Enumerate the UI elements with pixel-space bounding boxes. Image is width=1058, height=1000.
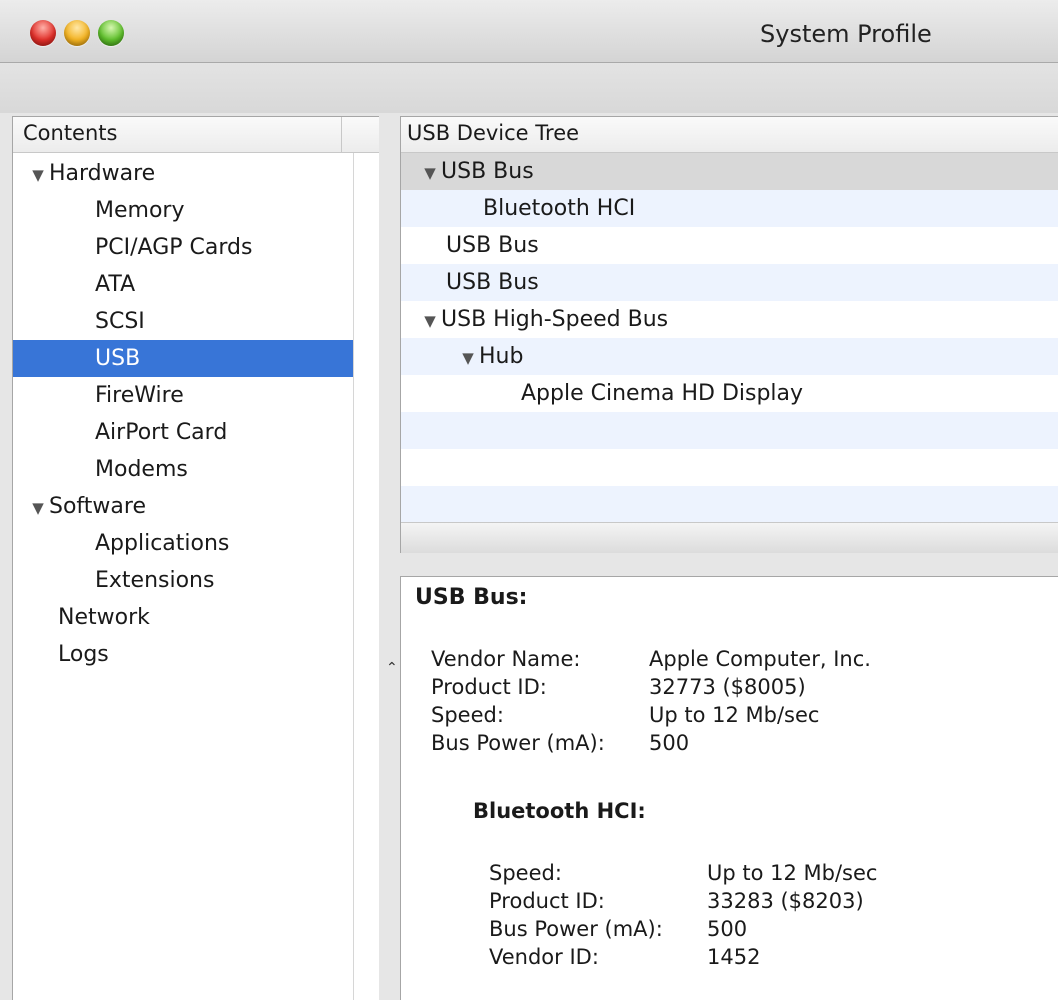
sidebar-item-hardware[interactable]: ▼ Hardware — [13, 155, 353, 192]
pane-splitter[interactable] — [379, 116, 399, 1000]
usb-device-tree: USB Device Tree ▼ USB Bus Bluetooth HCI U… — [400, 116, 1058, 553]
disclosure-triangle-icon[interactable]: ▼ — [419, 303, 441, 340]
field-key: Bus Power (mA): — [489, 917, 663, 941]
column-divider — [341, 117, 342, 152]
tree-row-usb-bus-3[interactable]: USB Bus — [401, 264, 1058, 301]
sidebar-scrollbar-divider — [353, 153, 354, 1000]
field-value-product-id: 32773 ($8005) — [649, 675, 806, 699]
child-device-title: Bluetooth HCI: — [473, 799, 646, 823]
system-profiler-window: System Profile Contents ▼ Hardware Memory… — [0, 0, 1058, 1000]
field-value-vendor-id: 1452 — [707, 945, 761, 969]
field-key: Speed: — [431, 703, 504, 727]
tree-row-empty — [401, 412, 1058, 449]
sidebar-item-label: ATA — [95, 272, 136, 297]
device-tree-column-header[interactable]: USB Device Tree — [401, 117, 1058, 153]
toolbar — [0, 63, 1058, 113]
contents-sidebar: Contents ▼ Hardware Memory PCI/AGP Cards … — [12, 116, 380, 1000]
field-key: Vendor ID: — [489, 945, 599, 969]
disclosure-triangle-icon[interactable]: ▼ — [27, 157, 49, 194]
tree-row-label: USB Bus — [446, 270, 539, 295]
splitter-handle-icon[interactable]: ⌃ — [386, 660, 398, 676]
tree-row-bluetooth-hci[interactable]: Bluetooth HCI — [401, 190, 1058, 227]
sidebar-item-label: Software — [49, 494, 146, 519]
sidebar-item-label: PCI/AGP Cards — [95, 235, 253, 260]
contents-column-header[interactable]: Contents — [13, 117, 379, 153]
sidebar-item-memory[interactable]: Memory — [13, 192, 353, 229]
details-title: USB Bus: — [415, 585, 528, 610]
device-tree-column-label: USB Device Tree — [407, 121, 580, 145]
sidebar-item-label: SCSI — [95, 309, 145, 334]
device-tree-list: ▼ USB Bus Bluetooth HCI USB Bus USB Bus ▼… — [401, 153, 1058, 523]
tree-row-hub[interactable]: ▼ Hub — [401, 338, 1058, 375]
sidebar-item-network[interactable]: Network — [13, 599, 353, 636]
field-value-speed: Up to 12 Mb/sec — [707, 861, 878, 885]
tree-row-usb-bus-1[interactable]: ▼ USB Bus — [401, 153, 1058, 190]
details-pane: USB Bus: Vendor Name: Apple Computer, In… — [400, 576, 1058, 1000]
tree-row-apple-cinema-hd-display[interactable]: Apple Cinema HD Display — [401, 375, 1058, 412]
sidebar-item-label: Modems — [95, 457, 188, 482]
sidebar-item-label: USB — [95, 346, 141, 371]
field-key: Product ID: — [489, 889, 605, 913]
sidebar-item-label: AirPort Card — [95, 420, 228, 445]
tree-row-label: Hub — [479, 344, 524, 369]
field-key: Speed: — [489, 861, 562, 885]
details-fields: Vendor Name: Apple Computer, Inc. Produc… — [431, 645, 1031, 765]
sidebar-item-scsi[interactable]: SCSI — [13, 303, 353, 340]
sidebar-item-airport-card[interactable]: AirPort Card — [13, 414, 353, 451]
contents-list: ▼ Hardware Memory PCI/AGP Cards ATA SCSI … — [13, 155, 353, 673]
field-key: Bus Power (mA): — [431, 731, 605, 755]
field-value-bus-power: 500 — [707, 917, 748, 941]
tree-row-usb-bus-2[interactable]: USB Bus — [401, 227, 1058, 264]
sidebar-item-firewire[interactable]: FireWire — [13, 377, 353, 414]
tree-row-usb-high-speed-bus[interactable]: ▼ USB High-Speed Bus — [401, 301, 1058, 338]
sidebar-item-usb[interactable]: USB — [13, 340, 353, 377]
zoom-window-button[interactable] — [98, 20, 124, 46]
sidebar-item-label: FireWire — [95, 383, 184, 408]
sidebar-item-label: Extensions — [95, 568, 215, 593]
tree-row-label: USB High-Speed Bus — [441, 307, 669, 332]
sidebar-item-label: Logs — [58, 642, 109, 667]
tree-row-label: USB Bus — [441, 159, 534, 184]
sidebar-item-label: Memory — [95, 198, 185, 223]
sidebar-item-ata[interactable]: ATA — [13, 266, 353, 303]
sidebar-item-label: Network — [58, 605, 150, 630]
sidebar-item-applications[interactable]: Applications — [13, 525, 353, 562]
sidebar-item-label: Hardware — [49, 161, 156, 186]
disclosure-triangle-icon[interactable]: ▼ — [457, 340, 479, 377]
sidebar-item-pci-agp-cards[interactable]: PCI/AGP Cards — [13, 229, 353, 266]
title-bar: System Profile — [0, 0, 1058, 63]
field-value-vendor-name: Apple Computer, Inc. — [649, 647, 871, 671]
window-title: System Profile — [760, 20, 932, 48]
close-window-button[interactable] — [30, 20, 56, 46]
sidebar-item-extensions[interactable]: Extensions — [13, 562, 353, 599]
tree-row-label: USB Bus — [446, 233, 539, 258]
tree-row-label: Bluetooth HCI — [483, 196, 636, 221]
sidebar-item-modems[interactable]: Modems — [13, 451, 353, 488]
sidebar-item-label: Applications — [95, 531, 230, 556]
tree-row-empty — [401, 486, 1058, 523]
child-device-fields: Speed: Up to 12 Mb/sec Product ID: 33283… — [489, 859, 1049, 979]
contents-column-label: Contents — [23, 121, 118, 145]
field-value-product-id: 33283 ($8203) — [707, 889, 864, 913]
field-key: Product ID: — [431, 675, 547, 699]
minimize-window-button[interactable] — [64, 20, 90, 46]
disclosure-triangle-icon[interactable]: ▼ — [419, 155, 441, 192]
field-key: Vendor Name: — [431, 647, 581, 671]
tree-bottom-bar — [401, 522, 1058, 553]
sidebar-item-logs[interactable]: Logs — [13, 636, 353, 673]
field-value-speed: Up to 12 Mb/sec — [649, 703, 820, 727]
field-value-bus-power: 500 — [649, 731, 690, 755]
tree-row-label: Apple Cinema HD Display — [521, 381, 804, 406]
sidebar-item-software[interactable]: ▼ Software — [13, 488, 353, 525]
tree-row-empty — [401, 449, 1058, 486]
disclosure-triangle-icon[interactable]: ▼ — [27, 490, 49, 527]
